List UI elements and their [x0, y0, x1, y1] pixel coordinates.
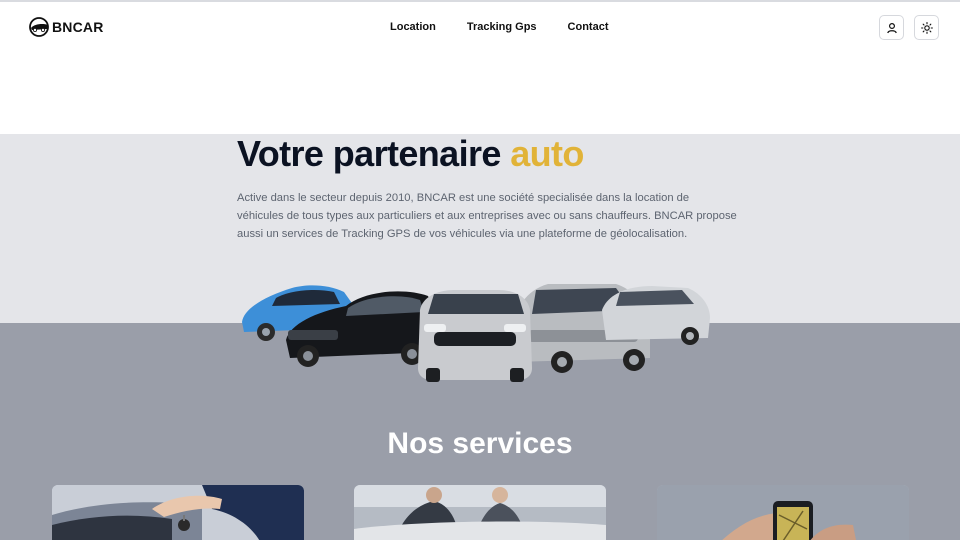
user-icon: [886, 22, 897, 33]
gps-phone-photo: [657, 485, 909, 540]
service-card-tracking-gps[interactable]: [657, 485, 909, 540]
service-card-location[interactable]: [52, 485, 304, 540]
car-lineup-image: [242, 284, 710, 382]
site-header: BNCAR Location Tracking Gps Contact: [0, 2, 960, 54]
car-key-handover-photo: [52, 485, 304, 540]
hero-title-accent: auto: [510, 133, 584, 174]
hero-title-main: Votre partenaire: [237, 133, 511, 174]
brand-name: BNCAR: [52, 19, 104, 35]
user-account-button[interactable]: [879, 15, 904, 40]
nav-link-contact[interactable]: Contact: [568, 21, 609, 33]
car-emblem-icon: [29, 17, 49, 37]
brand-logo[interactable]: BNCAR: [28, 16, 104, 38]
theme-toggle-button[interactable]: [914, 15, 939, 40]
nav-link-location[interactable]: Location: [390, 21, 436, 33]
business-handshake-photo: [354, 485, 606, 540]
main-nav: Location Tracking Gps Contact: [390, 21, 609, 33]
hero-title: Votre partenaire auto: [237, 134, 584, 174]
services-title: Nos services: [387, 427, 573, 460]
sun-icon: [920, 21, 933, 34]
service-card-chauffeur[interactable]: [354, 485, 606, 540]
hero-description: Active dans le secteur depuis 2010, BNCA…: [237, 192, 737, 240]
nav-link-tracking-gps[interactable]: Tracking Gps: [467, 21, 537, 33]
